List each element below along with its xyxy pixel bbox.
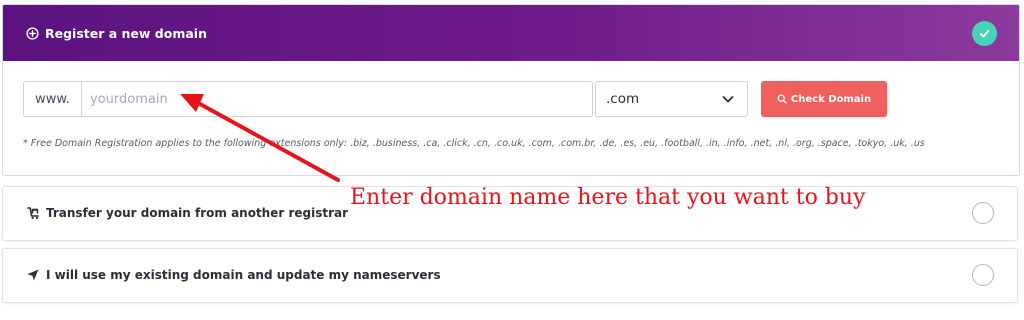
existing-domain-option[interactable]: I will use my existing domain and update…: [2, 248, 1018, 303]
register-domain-header[interactable]: Register a new domain: [3, 5, 1019, 61]
domain-input-group: www.: [23, 81, 593, 117]
search-icon: [777, 94, 787, 104]
domain-name-input[interactable]: [82, 82, 592, 116]
selected-check-badge[interactable]: [972, 21, 997, 46]
existing-option-label: I will use my existing domain and update…: [46, 268, 441, 282]
register-title-group: Register a new domain: [26, 25, 207, 41]
check-icon: [979, 29, 990, 38]
check-domain-button[interactable]: Check Domain: [761, 81, 887, 117]
free-registration-note: * Free Domain Registration applies to th…: [23, 138, 925, 149]
existing-option-radio[interactable]: [972, 264, 994, 286]
www-prefix: www.: [24, 82, 82, 116]
plus-circle-icon: [26, 26, 39, 40]
register-domain-title: Register a new domain: [45, 25, 207, 41]
domain-choice-screen: Register a new domain www. .com Check: [0, 0, 1024, 320]
annotation-text: Enter domain name here that you want to …: [350, 185, 866, 210]
existing-option-label-group: I will use my existing domain and update…: [26, 268, 441, 282]
register-domain-panel[interactable]: Register a new domain www. .com Check: [2, 4, 1020, 176]
transfer-icon: [27, 207, 39, 220]
transfer-option-label: Transfer your domain from another regist…: [46, 206, 349, 220]
chevron-down-icon: [722, 96, 734, 103]
tld-selected-value: .com: [606, 91, 640, 107]
check-domain-label: Check Domain: [790, 93, 872, 105]
location-arrow-icon: [27, 269, 39, 281]
transfer-option-label-group: Transfer your domain from another regist…: [26, 206, 348, 220]
transfer-option-radio[interactable]: [972, 202, 994, 224]
tld-select[interactable]: .com: [595, 81, 748, 117]
